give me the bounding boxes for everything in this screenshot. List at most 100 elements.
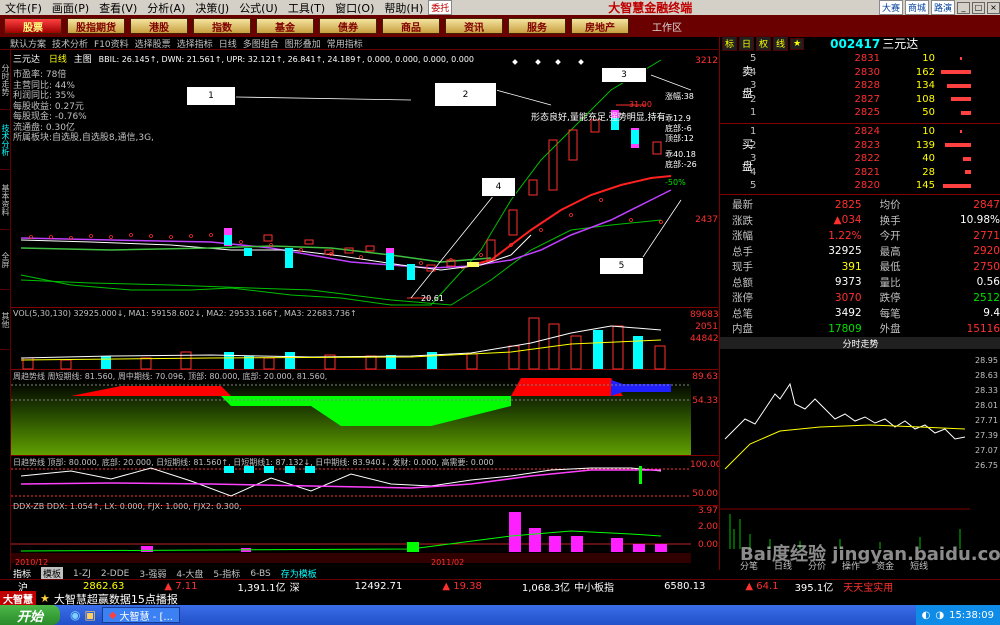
entrust-button[interactable]: 委托	[428, 0, 453, 15]
app-icon: ◆	[108, 609, 117, 621]
start-button[interactable]: 开始	[0, 605, 60, 625]
workarea-label[interactable]: 工作区	[652, 19, 682, 34]
toolbar2-overlay[interactable]: 图形叠加	[285, 37, 321, 50]
btab-zj[interactable]: 1-ZJ	[73, 569, 91, 579]
ask-row: 5 2831 10	[750, 52, 1000, 66]
vtab-basic[interactable]: 基本资料	[0, 170, 11, 230]
callout-line-4	[410, 194, 495, 299]
menu-decision[interactable]: 决策(J)	[190, 0, 234, 16]
kline-ma-green	[20, 245, 492, 263]
weekly-trend-panel[interactable]: 周趋势线 周短期线: 81.560, 周中期线: 70.096, 顶部: 80.…	[11, 370, 718, 456]
menu-analysis[interactable]: 分析(A)	[142, 0, 190, 16]
shen-value: 12492.71	[354, 580, 403, 592]
menu-formula[interactable]: 公式(U)	[234, 0, 283, 16]
daily-trend-panel[interactable]: 日趋势线 顶部: 80.000, 底部: 20.000, 日短期线: 81.56…	[11, 456, 722, 506]
menu-help[interactable]: 帮助(H)	[379, 0, 428, 16]
toolbar2-multi[interactable]: 多图组合	[243, 37, 279, 50]
kline-axis-top: 3212	[695, 56, 718, 66]
kline-candles	[224, 110, 662, 280]
indicator-template-tabs: 指标 模板 1-ZJ 2-DDE 3-强弱 4-大盘 5-指标 6-BS 存为模…	[11, 567, 718, 580]
menu-view[interactable]: 查看(V)	[94, 0, 142, 16]
ticker-bar: 大智慧 ★ 大智慧超赢数据15点播报	[0, 591, 1000, 606]
kline-chart	[20, 59, 691, 306]
rtab-day[interactable]: 日	[739, 36, 755, 51]
rtab-line[interactable]: 线	[773, 36, 789, 51]
quicklaunch-ie-icon[interactable]: ◉	[70, 608, 80, 622]
vtab-intraday[interactable]: 分时走势	[0, 50, 11, 110]
weekly-red-area	[71, 386, 231, 396]
volume-panel[interactable]: VOL(5,30,130) 32925.000↓, MA1: 59158.602…	[11, 308, 719, 370]
minimize-icon[interactable]: _	[957, 1, 970, 14]
tab-fund[interactable]: 基金	[256, 18, 314, 34]
toolbar2-select-stock[interactable]: 选择股票	[135, 37, 171, 50]
vtab-other[interactable]: 其他	[0, 290, 11, 350]
windows-taskbar: 开始 ◉ ▣ ◆ 大智慧 - [... ◐ ◑ 15:38:09	[0, 605, 1000, 625]
menu-tools[interactable]: 工具(T)	[283, 0, 330, 16]
taskbar-app-item[interactable]: ◆ 大智慧 - [...	[101, 607, 180, 623]
toolbar2-common[interactable]: 常用指标	[327, 37, 363, 50]
kline-upper-band	[20, 59, 662, 306]
vtab-tech[interactable]: 技术分析	[0, 110, 11, 170]
quicklaunch-folder-icon[interactable]: ▣	[84, 608, 95, 622]
ask-row: 4 2830 162	[750, 66, 1000, 80]
tab-index[interactable]: 指数	[193, 18, 251, 34]
toolbar2-scheme[interactable]: 默认方案	[10, 37, 46, 50]
daily-cyan-bars	[224, 466, 315, 473]
mini-axis-label: 27.07	[975, 446, 998, 455]
mall-button[interactable]: 商城	[904, 0, 929, 15]
annotation-text: 形态良好,量能充足,强势明显,持有	[531, 113, 666, 123]
rlabel-bottom2: 底部:-26	[665, 160, 697, 169]
rtab-mark[interactable]: 标	[722, 36, 738, 51]
callout-box-4: 4	[481, 177, 516, 197]
close-icon[interactable]: ×	[987, 1, 1000, 14]
tray-icon[interactable]: ◐	[922, 610, 931, 621]
shen-change: ▲ 19.38	[442, 580, 482, 592]
tab-stock[interactable]: 股票	[4, 18, 62, 34]
toolbar2-f10[interactable]: F10资料	[94, 37, 129, 50]
tab-commodity[interactable]: 商品	[382, 18, 440, 34]
contest-button[interactable]: 大赛	[878, 0, 903, 15]
menu-file[interactable]: 文件(F)	[0, 0, 47, 16]
maximize-icon[interactable]: □	[972, 1, 985, 14]
quote-divider	[720, 194, 1000, 195]
vtab-fullscreen[interactable]: 全屏	[0, 230, 11, 290]
mini-intraday-chart[interactable]	[720, 349, 970, 549]
tray-icon[interactable]: ◑	[935, 610, 944, 621]
rtab-right[interactable]: 权	[756, 36, 772, 51]
ddx-panel[interactable]: DDX-ZB DDX: 1.054↑, LX: 0.000, FJX: 1.00…	[11, 502, 718, 568]
toolbar2-tech[interactable]: 技术分析	[52, 37, 88, 50]
callout-box-5: 5	[599, 257, 644, 275]
roadshow-button[interactable]: 路演	[930, 0, 955, 15]
ddx-axis-top: 3.97	[697, 506, 718, 516]
tab-real-estate[interactable]: 房地产	[571, 18, 629, 34]
volume-ma1	[20, 325, 662, 359]
volume-chart	[20, 317, 666, 370]
tab-hk-stock[interactable]: 港股	[130, 18, 188, 34]
menu-screen[interactable]: 画面(P)	[47, 0, 94, 16]
callout-box-1: 1	[186, 86, 236, 106]
stock-name: 三元达	[882, 37, 919, 51]
ddx-green-bars	[407, 542, 419, 552]
daily-green-marker	[639, 466, 642, 484]
tab-service[interactable]: 服务	[508, 18, 566, 34]
quote-row: 现手 391 最低 2750	[732, 260, 1000, 274]
quote-row: 涨跌 ▲034 换手 10.98%	[732, 214, 1000, 227]
mini-chart-title-bar: 分时走势	[720, 337, 1000, 350]
kline-panel[interactable]: 三元达 日线 主图 BBIL: 26.145↑, DWN: 21.561↑, U…	[11, 50, 718, 332]
tab-news[interactable]: 资讯	[445, 18, 503, 34]
toolbar2-daily[interactable]: 日线	[219, 37, 237, 50]
mini-axis-label: 28.33	[975, 386, 998, 395]
btab-dde[interactable]: 2-DDE	[101, 569, 130, 579]
tab-index-futures[interactable]: 股指期货	[67, 18, 125, 34]
menu-window[interactable]: 窗口(O)	[330, 0, 379, 16]
daily-chart	[11, 466, 691, 497]
tab-bond[interactable]: 债券	[319, 18, 377, 34]
mini-avg-line	[724, 424, 966, 470]
rtab-star[interactable]: ★	[790, 37, 805, 50]
mini-axis-label: 28.95	[975, 356, 998, 365]
btab-bs[interactable]: 6-BS	[250, 569, 270, 579]
menu-bar: 文件(F) 画面(P) 查看(V) 分析(A) 决策(J) 公式(U) 工具(T…	[0, 0, 1000, 15]
callout-box-2: 2	[434, 82, 497, 107]
toolbar2-select-indicator[interactable]: 选择指标	[177, 37, 213, 50]
date-axis-bar	[11, 553, 691, 563]
